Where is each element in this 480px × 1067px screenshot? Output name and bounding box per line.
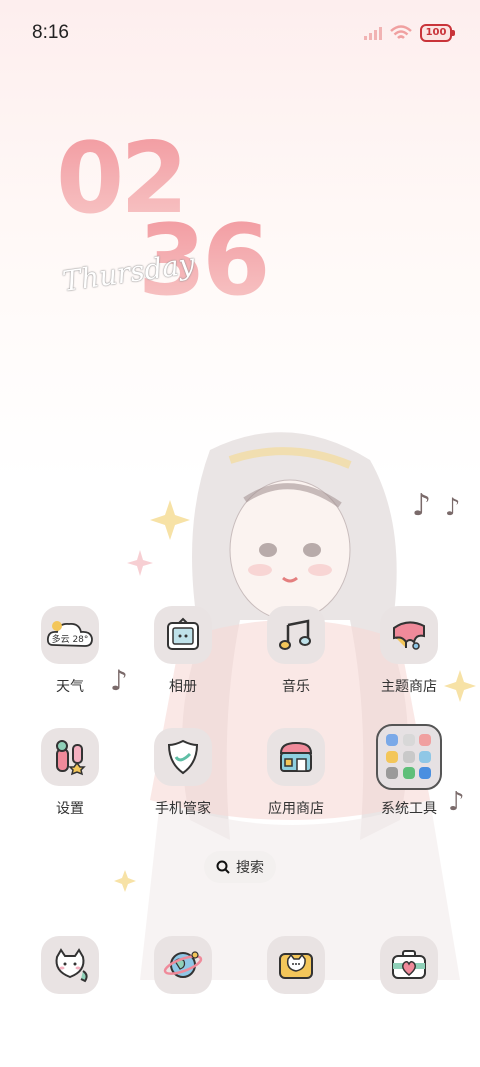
app-label: 应用商店 xyxy=(268,801,324,817)
signal-icon xyxy=(364,27,382,40)
clock-widget[interactable]: 02 36 Thursday xyxy=(0,120,480,320)
gallery-frame-icon xyxy=(167,617,199,650)
status-bar: 8:16 100 xyxy=(0,0,480,70)
app-label: 设置 xyxy=(56,801,84,817)
app-tile xyxy=(41,936,99,994)
app-music[interactable]: 音乐 xyxy=(241,606,351,696)
phone-cat-icon xyxy=(55,948,88,983)
status-icons: 100 xyxy=(364,24,455,42)
messages-cat-icon xyxy=(279,953,313,979)
folder-mini-app xyxy=(386,750,398,763)
svg-text:♪: ♪ xyxy=(412,488,431,523)
app-app-store[interactable]: 应用商店 xyxy=(241,728,351,818)
folder-mini-app xyxy=(402,767,415,780)
app-label: 主题商店 xyxy=(381,679,437,695)
music-note-icon xyxy=(279,619,311,650)
weather-badge: 多云 28° xyxy=(52,633,89,645)
app-label: 相册 xyxy=(169,679,197,695)
folder-mini-app xyxy=(402,734,415,746)
battery-level: 100 xyxy=(425,27,447,38)
app-label: 手机管家 xyxy=(155,801,211,817)
browser-planet-icon xyxy=(163,951,203,978)
security-shield-icon xyxy=(167,739,199,775)
app-label: 天气 xyxy=(56,679,84,695)
app-label: 系统工具 xyxy=(381,801,437,817)
search-label: 搜索 xyxy=(236,860,264,876)
svg-text:♪: ♪ xyxy=(445,493,460,521)
search-button[interactable]: 搜索 xyxy=(204,851,276,883)
folder-mini-app xyxy=(419,767,432,780)
search-icon xyxy=(216,860,230,874)
app-tile xyxy=(380,936,438,994)
app-tile: 多云 28° xyxy=(41,606,99,664)
theme-paint-icon xyxy=(393,621,425,650)
folder-mini-app xyxy=(419,734,432,746)
app-phone-manager[interactable]: 手机管家 xyxy=(128,728,238,818)
app-tile xyxy=(154,606,212,664)
app-tile xyxy=(154,936,212,994)
app-tile xyxy=(380,606,438,664)
app-label: 音乐 xyxy=(282,679,310,695)
folder-mini-app xyxy=(386,734,398,746)
status-time: 8:16 xyxy=(32,22,69,43)
dock-browser[interactable] xyxy=(128,936,238,994)
camera-heart-icon xyxy=(392,950,426,979)
folder-mini-app xyxy=(402,750,415,763)
settings-tools-icon xyxy=(56,740,86,776)
weather-cloud-icon: 多云 28° xyxy=(46,621,93,647)
folder-mini-app xyxy=(386,767,398,780)
battery-indicator: 100 xyxy=(420,24,455,42)
dock-camera[interactable] xyxy=(354,936,464,994)
app-theme-store[interactable]: 主题商店 xyxy=(354,606,464,696)
app-tile xyxy=(267,728,325,786)
app-tile xyxy=(41,728,99,786)
app-weather[interactable]: 多云 28° 天气 xyxy=(15,606,125,696)
app-tile xyxy=(267,936,325,994)
folder-icon xyxy=(376,724,442,790)
wallpaper-illustration: ♪ ♪ ♪ ♪ xyxy=(110,432,476,980)
app-gallery[interactable]: 相册 xyxy=(128,606,238,696)
dock-phone[interactable] xyxy=(15,936,125,994)
folder-system-tools[interactable]: 系统工具 xyxy=(354,724,464,818)
app-tile xyxy=(267,606,325,664)
app-tile xyxy=(154,728,212,786)
app-store-shop-icon xyxy=(279,741,313,772)
folder-mini-app xyxy=(419,750,432,763)
app-settings[interactable]: 设置 xyxy=(15,728,125,818)
wifi-icon xyxy=(390,25,412,39)
dock-messages[interactable] xyxy=(241,936,351,994)
